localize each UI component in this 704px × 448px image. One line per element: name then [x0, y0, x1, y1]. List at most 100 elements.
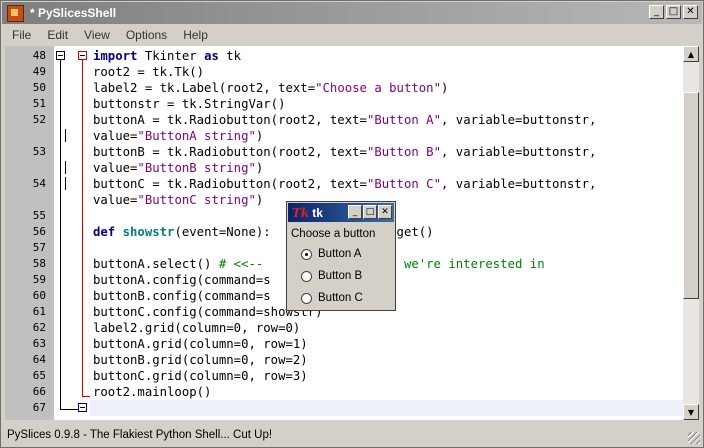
- code-text: buttonA.config(command=s: [93, 272, 271, 288]
- fold-marker-line: [65, 177, 66, 190]
- code-token: buttonA.select(): [93, 257, 219, 271]
- line-number: 60: [32, 289, 46, 302]
- app-icon: [7, 4, 24, 22]
- code-text: label2 = tk.Label(root2, text="Choose a …: [93, 80, 448, 96]
- minimize-button[interactable]: _: [649, 5, 664, 19]
- code-token: as: [204, 49, 219, 63]
- radio-c-indicator[interactable]: [301, 292, 312, 304]
- line-number: 66: [32, 385, 46, 398]
- code-line[interactable]: 65 buttonC.grid(column=0, row=3): [5, 368, 683, 384]
- tk-window-title: tk: [312, 205, 323, 220]
- title-bar[interactable]: * PySlicesShell _ □ ✕: [2, 2, 702, 24]
- radio-button-c[interactable]: Button C: [301, 292, 363, 304]
- scroll-thumb[interactable]: [683, 92, 699, 299]
- fold-guide-line: [82, 396, 90, 397]
- choose-button-label: Choose a button: [291, 228, 376, 240]
- radio-b-indicator[interactable]: [301, 270, 312, 282]
- code-text: buttonA.grid(column=0, row=1): [93, 336, 308, 352]
- line-number: 55: [32, 209, 46, 222]
- line-number: 58: [32, 257, 46, 270]
- code-text: import Tkinter as tk: [93, 48, 241, 64]
- code-token: , variable=buttonstr,: [440, 177, 597, 191]
- code-line[interactable]: 52 buttonA = tk.Radiobutton(root2, text="…: [5, 112, 683, 128]
- vertical-scrollbar[interactable]: ▲ ▼: [683, 46, 699, 420]
- line-number: 64: [32, 353, 46, 366]
- code-token: import: [93, 49, 138, 63]
- code-token: buttonstr = tk.StringVar(): [93, 97, 286, 111]
- resize-grip-icon[interactable]: [688, 432, 700, 444]
- code-line[interactable]: 66 root2.mainloop(): [5, 384, 683, 400]
- code-line[interactable]: 63 buttonA.grid(column=0, row=1): [5, 336, 683, 352]
- code-token: "Button B": [366, 145, 441, 159]
- tk-title-bar[interactable]: Tk tk _ □ ✕: [288, 203, 394, 222]
- line-number: 67: [32, 401, 46, 414]
- code-text: value="ButtonC string"): [93, 192, 263, 208]
- code-text: buttonC.grid(column=0, row=3): [93, 368, 308, 384]
- code-line[interactable]: 54 buttonC = tk.Radiobutton(root2, text="…: [5, 176, 683, 192]
- line-number: 49: [32, 65, 46, 78]
- fold-toggle-icon[interactable]: [78, 403, 87, 412]
- code-text: root2 = tk.Tk(): [93, 64, 204, 80]
- code-line[interactable]: value="ButtonB string"): [5, 160, 683, 176]
- line-number: 57: [32, 241, 46, 254]
- code-token: buttonA = tk.Radiobutton(root2, text=: [93, 113, 367, 127]
- menu-edit[interactable]: Edit: [37, 28, 74, 42]
- code-token: "ButtonA string": [137, 129, 256, 143]
- menu-file[interactable]: File: [2, 28, 37, 42]
- line-number: 51: [32, 97, 46, 110]
- code-line[interactable]: 67: [5, 400, 683, 416]
- maximize-icon: □: [365, 207, 375, 217]
- line-number: 56: [32, 225, 46, 238]
- menu-help[interactable]: Help: [173, 28, 214, 42]
- code-text: label2.grid(column=0, row=0): [93, 320, 300, 336]
- line-number: 59: [32, 273, 46, 286]
- fold-guide-line: [82, 60, 83, 397]
- code-line[interactable]: 51 buttonstr = tk.StringVar(): [5, 96, 683, 112]
- close-icon: ✕: [686, 6, 695, 17]
- code-line[interactable]: 48 import Tkinter as tk: [5, 48, 683, 64]
- radio-c-label: Button C: [318, 292, 363, 304]
- tk-minimize-button[interactable]: _: [348, 205, 362, 219]
- code-token: ): [255, 129, 264, 143]
- code-token: "Choose a button": [315, 81, 441, 95]
- scroll-down-button[interactable]: ▼: [683, 404, 699, 420]
- maximize-button[interactable]: □: [666, 5, 681, 19]
- radio-button-b[interactable]: Button B: [301, 270, 362, 282]
- maximize-icon: □: [668, 6, 679, 17]
- tk-close-button[interactable]: ✕: [378, 205, 392, 219]
- radio-button-a[interactable]: Button A: [301, 248, 361, 260]
- code-token: "ButtonB string": [137, 161, 256, 175]
- code-line[interactable]: 50 label2 = tk.Label(root2, text="Choose …: [5, 80, 683, 96]
- scroll-up-button[interactable]: ▲: [683, 46, 699, 62]
- radio-b-label: Button B: [318, 270, 363, 282]
- line-number: 53: [32, 145, 46, 158]
- line-number: 63: [32, 337, 46, 350]
- code-token: "Button A": [366, 113, 441, 127]
- line-number: 54: [32, 177, 46, 190]
- code-token: "ButtonC string": [137, 193, 256, 207]
- code-line[interactable]: 62 label2.grid(column=0, row=0): [5, 320, 683, 336]
- radio-a-indicator[interactable]: [301, 248, 312, 260]
- fold-toggle-icon[interactable]: [56, 51, 65, 60]
- menu-view[interactable]: View: [74, 28, 116, 42]
- code-token: root2 = tk.Tk(): [93, 65, 205, 79]
- code-line[interactable]: value="ButtonA string"): [5, 128, 683, 144]
- code-token: ): [440, 81, 449, 95]
- code-token: buttonA.grid(column=0, row=1): [93, 337, 308, 351]
- fold-guide-line: [60, 409, 78, 410]
- code-line[interactable]: 49 root2 = tk.Tk(): [5, 64, 683, 80]
- tk-maximize-button[interactable]: □: [363, 205, 377, 219]
- minimize-icon: _: [352, 207, 358, 217]
- menu-options[interactable]: Options: [116, 28, 173, 42]
- fold-toggle-icon[interactable]: [78, 51, 87, 60]
- code-token: label2 = tk.Label(root2, text=: [93, 81, 316, 95]
- close-button[interactable]: ✕: [683, 5, 698, 19]
- code-line[interactable]: 64 buttonB.grid(column=0, row=2): [5, 352, 683, 368]
- line-number: 62: [32, 321, 46, 334]
- code-token: buttonA.config(command=s: [93, 273, 271, 287]
- code-line[interactable]: 53 buttonB = tk.Radiobutton(root2, text="…: [5, 144, 683, 160]
- status-text: PySlices 0.9.8 - The Flakiest Python She…: [7, 429, 273, 441]
- code-token: value=: [93, 161, 138, 175]
- code-token: showstr: [122, 225, 175, 239]
